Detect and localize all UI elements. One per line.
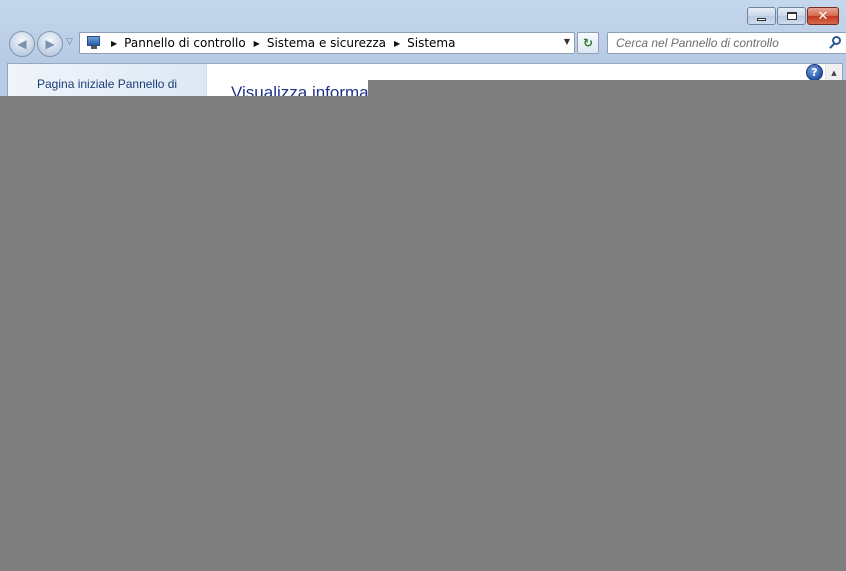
control-panel-icon (85, 36, 103, 50)
minimize-icon (757, 17, 766, 21)
scroll-up-button[interactable]: ▲ (825, 64, 842, 81)
maximize-button[interactable] (777, 7, 806, 25)
minimize-button[interactable] (747, 7, 776, 25)
address-dropdown-icon[interactable]: ▼ (564, 37, 570, 46)
redaction-overlay (0, 96, 846, 571)
refresh-icon: ↻ (582, 36, 594, 50)
recent-pages-button[interactable]: ▽ (66, 37, 73, 47)
breadcrumb-control-panel[interactable]: Pannello di controllo (124, 36, 246, 50)
navigation-bar: ◀ ▶ ▽ ▶ Pannello di controllo ▶ Sistema … (8, 30, 846, 57)
search-input[interactable] (608, 34, 827, 52)
breadcrumb-separator-icon[interactable]: ▶ (254, 39, 260, 48)
close-icon: ✕ (817, 8, 829, 24)
forward-button[interactable]: ▶ (37, 31, 63, 57)
refresh-button[interactable]: ↻ (577, 32, 599, 54)
breadcrumb-system[interactable]: Sistema (407, 36, 455, 50)
maximize-icon (786, 12, 797, 20)
arrow-left-icon: ◀ (17, 37, 27, 51)
breadcrumb-separator-icon[interactable]: ▶ (394, 39, 400, 48)
address-bar[interactable]: ▶ Pannello di controllo ▶ Sistema e sicu… (79, 32, 575, 54)
breadcrumb-separator-icon[interactable]: ▶ (111, 39, 117, 48)
help-icon[interactable]: ? (806, 64, 823, 81)
search-icon[interactable] (827, 34, 845, 52)
redaction-overlay (368, 80, 846, 96)
arrow-right-icon: ▶ (45, 37, 55, 51)
close-button[interactable]: ✕ (807, 7, 839, 25)
caption-buttons: ✕ (747, 7, 839, 25)
back-button[interactable]: ◀ (9, 31, 35, 57)
search-box (607, 32, 846, 54)
breadcrumb-system-security[interactable]: Sistema e sicurezza (267, 36, 386, 50)
